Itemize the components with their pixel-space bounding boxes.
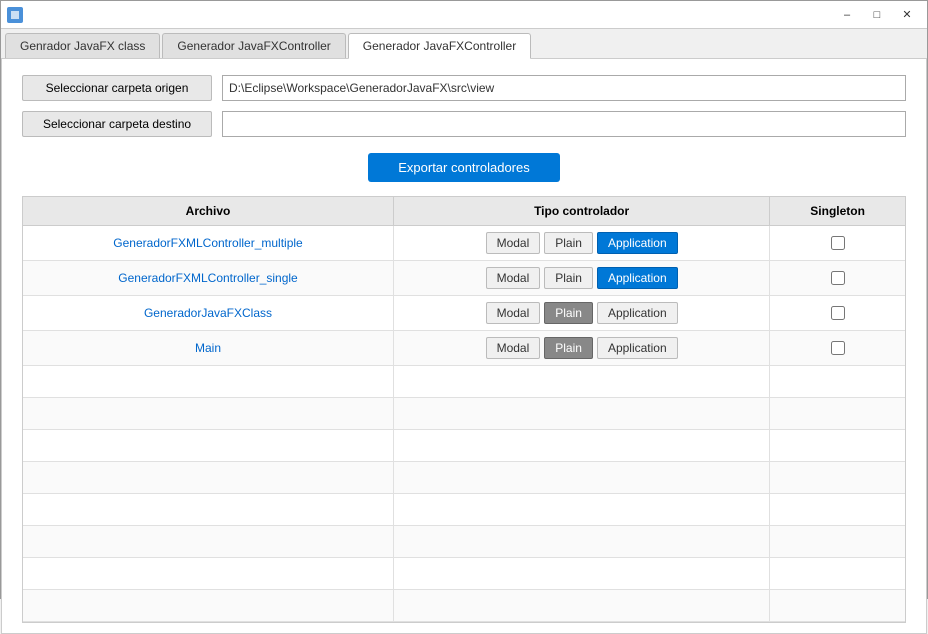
empty-row bbox=[23, 366, 905, 398]
maximize-button[interactable]: □ bbox=[863, 5, 891, 25]
application-button[interactable]: Application bbox=[597, 302, 678, 324]
modal-button[interactable]: Modal bbox=[486, 302, 541, 324]
origin-input[interactable] bbox=[222, 75, 906, 101]
controllers-table: Archivo Tipo controlador Singleton Gener… bbox=[22, 196, 906, 623]
table-row: GeneradorFXMLController_multipleModalPla… bbox=[23, 226, 905, 261]
tab-bar: Genrador JavaFX class Generador JavaFXCo… bbox=[1, 29, 927, 59]
singleton-checkbox[interactable] bbox=[831, 271, 845, 285]
table-row: GeneradorJavaFXClassModalPlainApplicatio… bbox=[23, 296, 905, 331]
application-button[interactable]: Application bbox=[597, 267, 678, 289]
origin-row: Seleccionar carpeta origen bbox=[22, 75, 906, 101]
title-bar: – □ ✕ bbox=[1, 1, 927, 29]
select-dest-button[interactable]: Seleccionar carpeta destino bbox=[22, 111, 212, 137]
modal-button[interactable]: Modal bbox=[486, 232, 541, 254]
empty-row bbox=[23, 494, 905, 526]
empty-row bbox=[23, 398, 905, 430]
file-cell: GeneradorFXMLController_multiple bbox=[23, 226, 394, 261]
dest-row: Seleccionar carpeta destino bbox=[22, 111, 906, 137]
col-archivo: Archivo bbox=[23, 197, 394, 226]
file-cell: GeneradorFXMLController_single bbox=[23, 261, 394, 296]
singleton-checkbox[interactable] bbox=[831, 236, 845, 250]
tab-generador-javafxcontroller-1[interactable]: Generador JavaFXController bbox=[162, 33, 345, 58]
plain-button[interactable]: Plain bbox=[544, 267, 593, 289]
singleton-cell bbox=[770, 331, 905, 366]
plain-button[interactable]: Plain bbox=[544, 232, 593, 254]
main-content: Seleccionar carpeta origen Seleccionar c… bbox=[1, 59, 927, 634]
tipo-cell: ModalPlainApplication bbox=[394, 296, 770, 331]
dest-input[interactable] bbox=[222, 111, 906, 137]
col-tipo: Tipo controlador bbox=[394, 197, 770, 226]
file-cell: GeneradorJavaFXClass bbox=[23, 296, 394, 331]
tipo-cell: ModalPlainApplication bbox=[394, 261, 770, 296]
select-origin-button[interactable]: Seleccionar carpeta origen bbox=[22, 75, 212, 101]
window-controls: – □ ✕ bbox=[833, 5, 921, 25]
modal-button[interactable]: Modal bbox=[486, 337, 541, 359]
modal-button[interactable]: Modal bbox=[486, 267, 541, 289]
empty-row bbox=[23, 558, 905, 590]
app-icon bbox=[7, 7, 23, 23]
tipo-cell: ModalPlainApplication bbox=[394, 226, 770, 261]
application-button[interactable]: Application bbox=[597, 232, 678, 254]
table-row: MainModalPlainApplication bbox=[23, 331, 905, 366]
empty-row bbox=[23, 430, 905, 462]
singleton-cell bbox=[770, 261, 905, 296]
table-row: GeneradorFXMLController_singleModalPlain… bbox=[23, 261, 905, 296]
tab-genrador-javafx-class[interactable]: Genrador JavaFX class bbox=[5, 33, 160, 58]
tab-generador-javafxcontroller-2[interactable]: Generador JavaFXController bbox=[348, 33, 531, 59]
application-button[interactable]: Application bbox=[597, 337, 678, 359]
col-singleton: Singleton bbox=[770, 197, 905, 226]
main-window: – □ ✕ Genrador JavaFX class Generador Ja… bbox=[0, 0, 928, 599]
export-button[interactable]: Exportar controladores bbox=[368, 153, 560, 182]
tipo-cell: ModalPlainApplication bbox=[394, 331, 770, 366]
singleton-cell bbox=[770, 296, 905, 331]
plain-button[interactable]: Plain bbox=[544, 337, 593, 359]
singleton-cell bbox=[770, 226, 905, 261]
title-bar-left bbox=[7, 7, 23, 23]
empty-row bbox=[23, 462, 905, 494]
close-button[interactable]: ✕ bbox=[893, 5, 921, 25]
minimize-button[interactable]: – bbox=[833, 5, 861, 25]
empty-row bbox=[23, 526, 905, 558]
empty-row bbox=[23, 590, 905, 622]
table-header-row: Archivo Tipo controlador Singleton bbox=[23, 197, 905, 226]
singleton-checkbox[interactable] bbox=[831, 306, 845, 320]
singleton-checkbox[interactable] bbox=[831, 341, 845, 355]
file-cell: Main bbox=[23, 331, 394, 366]
plain-button[interactable]: Plain bbox=[544, 302, 593, 324]
